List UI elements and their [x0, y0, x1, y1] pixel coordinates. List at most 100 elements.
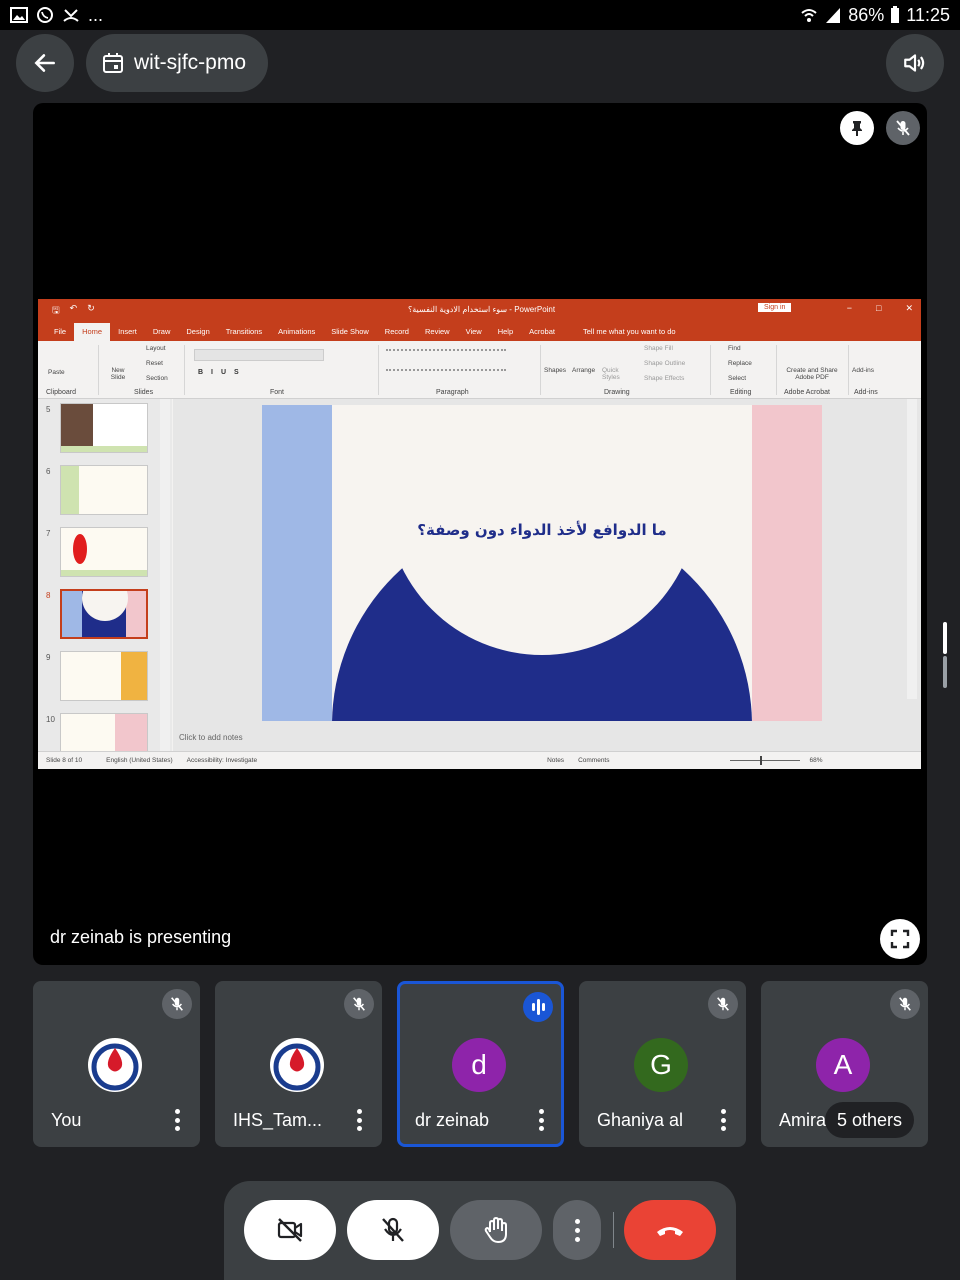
slide-right-panel — [752, 405, 822, 721]
select-button[interactable]: Select — [728, 375, 746, 382]
group-editing: Editing — [730, 389, 752, 396]
meeting-code: wit-sjfc-pmo — [134, 51, 247, 74]
slide-thumb-row[interactable]: 7 — [38, 525, 172, 585]
missed-call-icon — [63, 9, 79, 22]
tab-acrobat[interactable]: Acrobat — [521, 323, 563, 341]
pin-button[interactable] — [840, 111, 874, 145]
participant-tile[interactable]: You — [33, 981, 200, 1147]
tab-record[interactable]: Record — [377, 323, 417, 341]
reset-button[interactable]: Reset — [146, 360, 163, 367]
arrange-button[interactable]: Arrange — [572, 367, 595, 374]
tell-me-search[interactable]: Tell me what you want to do — [575, 323, 684, 341]
shape-fill-button[interactable]: Shape Fill — [644, 345, 673, 352]
quick-styles-button[interactable]: Quick Styles — [602, 367, 624, 381]
shape-effects-button[interactable]: Shape Effects — [644, 375, 684, 382]
slide-thumb-row[interactable]: 6 — [38, 463, 172, 523]
minimize-icon[interactable]: − — [847, 303, 852, 314]
call-controls — [224, 1181, 736, 1280]
comments-toggle[interactable]: Comments — [578, 757, 609, 764]
participant-menu-button[interactable] — [174, 1109, 180, 1131]
group-drawing: Drawing — [604, 389, 630, 396]
raise-hand-button[interactable] — [450, 1200, 542, 1260]
camera-toggle-button[interactable] — [244, 1200, 336, 1260]
zoom-slider[interactable] — [729, 756, 800, 765]
paste-button[interactable]: Paste — [48, 369, 65, 376]
slide-thumbnail[interactable] — [60, 403, 148, 453]
sign-in-button[interactable]: Sign in — [758, 303, 792, 312]
tab-file[interactable]: File — [46, 323, 74, 341]
paragraph-controls[interactable] — [386, 349, 506, 357]
avatar — [270, 1038, 324, 1092]
tab-transitions[interactable]: Transitions — [218, 323, 270, 341]
slide-thumbnail[interactable] — [60, 651, 148, 701]
slide-thumb-row[interactable]: 9 — [38, 649, 172, 709]
new-slide-button[interactable]: New Slide — [106, 367, 130, 381]
redo-icon[interactable]: ↻ — [87, 303, 95, 319]
group-clipboard: Clipboard — [46, 389, 76, 396]
accessibility-status[interactable]: Accessibility: Investigate — [187, 757, 257, 764]
back-button[interactable] — [16, 34, 74, 92]
thumbnails-scrollbar[interactable] — [160, 399, 170, 751]
participant-menu-button[interactable] — [720, 1109, 726, 1131]
find-button[interactable]: Find — [728, 345, 741, 352]
fullscreen-button[interactable] — [880, 919, 920, 959]
save-icon[interactable]: 🖫 — [52, 303, 60, 319]
mic-off-icon — [896, 120, 910, 136]
slide-thumbnail[interactable] — [60, 465, 148, 515]
meeting-info-chip[interactable]: wit-sjfc-pmo — [86, 34, 269, 92]
more-options-button[interactable] — [553, 1200, 601, 1260]
tab-insert[interactable]: Insert — [110, 323, 145, 341]
participant-tile[interactable]: G Ghaniya al — [579, 981, 746, 1147]
mic-toggle-button[interactable] — [347, 1200, 439, 1260]
editor-scrollbar[interactable] — [907, 399, 917, 699]
slide-thumbnail[interactable] — [60, 527, 148, 577]
others-count-chip[interactable]: 5 others — [825, 1102, 915, 1138]
notes-toggle[interactable]: Notes — [547, 757, 564, 764]
language-status[interactable]: English (United States) — [106, 757, 172, 764]
close-icon[interactable]: ✕ — [905, 303, 913, 314]
arrow-left-icon — [34, 54, 55, 72]
restore-icon[interactable]: □ — [876, 303, 881, 314]
avatar: d — [452, 1038, 506, 1092]
whatsapp-icon — [37, 7, 53, 23]
tab-review[interactable]: Review — [417, 323, 458, 341]
avatar-initial: G — [634, 1038, 688, 1092]
add-ins-button[interactable]: Add-ins — [852, 367, 874, 374]
slide-thumb-row[interactable]: 5 — [38, 401, 172, 461]
shapes-button[interactable]: Shapes — [544, 367, 566, 374]
speaker-icon — [904, 54, 925, 72]
slide-thumb-row[interactable]: 8 — [38, 587, 172, 647]
undo-icon[interactable]: ↶ — [70, 303, 78, 319]
presentation-stage: 🖫 ↶ ↻ سوء استخدام الادوية النفسية؟ - Pow… — [33, 103, 927, 965]
current-slide[interactable]: ما الدوافع لأخذ الدواء دون وصفة؟ — [262, 405, 822, 721]
meeting-header: wit-sjfc-pmo — [0, 30, 960, 102]
slide-editor: ما الدوافع لأخذ الدواء دون وصفة؟ Click t… — [173, 399, 921, 751]
font-format-buttons[interactable]: BIUS — [198, 369, 247, 376]
participant-tile[interactable]: IHS_Tam... — [215, 981, 382, 1147]
tab-home[interactable]: Home — [74, 323, 111, 341]
participant-menu-button[interactable] — [538, 1109, 544, 1131]
shape-outline-button[interactable]: Shape Outline — [644, 360, 685, 367]
font-family-select[interactable] — [194, 349, 324, 361]
status-bar: ... 86% 11:25 — [0, 0, 960, 30]
end-call-button[interactable] — [624, 1200, 716, 1260]
participant-tile-others[interactable]: A Amira 5 others — [761, 981, 928, 1147]
tab-design[interactable]: Design — [178, 323, 217, 341]
notes-placeholder[interactable]: Click to add notes — [179, 733, 243, 742]
tab-help[interactable]: Help — [490, 323, 521, 341]
tab-animations[interactable]: Animations — [270, 323, 323, 341]
slide-number: 6 — [46, 467, 51, 476]
mic-off-icon — [171, 997, 183, 1011]
create-share-pdf-button[interactable]: Create and Share Adobe PDF — [782, 367, 842, 381]
participant-tile-speaking[interactable]: d dr zeinab — [397, 981, 564, 1147]
layout-button[interactable]: Layout — [146, 345, 166, 352]
zoom-level[interactable]: 68% — [810, 757, 823, 764]
tab-view[interactable]: View — [458, 323, 490, 341]
audio-output-button[interactable] — [886, 34, 944, 92]
section-button[interactable]: Section — [146, 375, 168, 382]
slide-thumbnail-selected[interactable] — [60, 589, 148, 639]
tab-draw[interactable]: Draw — [145, 323, 179, 341]
participant-menu-button[interactable] — [356, 1109, 362, 1131]
tab-slide-show[interactable]: Slide Show — [323, 323, 377, 341]
replace-button[interactable]: Replace — [728, 360, 752, 367]
